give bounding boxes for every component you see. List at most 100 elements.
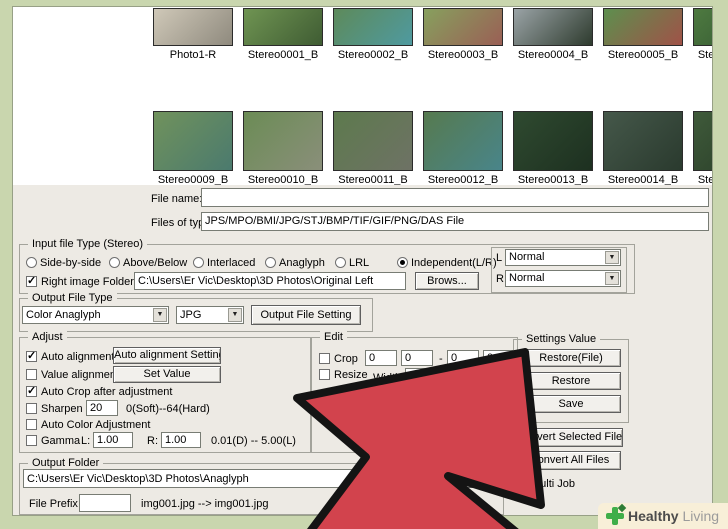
auto-alignment-setting-button[interactable]: Auto alignment Setting <box>113 347 221 364</box>
files-of-type-select[interactable]: JPS/MPO/BMI/JPG/STJ/BMP/TIF/GIF/PNG/DAS … <box>201 212 709 231</box>
thumbnail-image[interactable] <box>423 8 503 46</box>
radio-interlaced[interactable] <box>193 257 204 268</box>
thumbnail-image[interactable] <box>513 111 593 171</box>
thumbnail-image[interactable] <box>333 111 413 171</box>
chevron-down-icon[interactable]: ▼ <box>605 251 619 264</box>
output-file-setting-button[interactable]: Output File Setting <box>251 305 361 325</box>
thumbnail-image[interactable] <box>243 111 323 171</box>
thumbnail[interactable]: Stereo0003_B <box>423 8 503 61</box>
chevron-down-icon[interactable]: ▼ <box>228 308 242 322</box>
convert-selected-files-button[interactable]: Convert Selected Files <box>516 428 623 447</box>
set-value-button[interactable]: Set Value <box>113 366 221 383</box>
crop-x2-input[interactable] <box>447 350 479 366</box>
thumbnail-image[interactable] <box>693 111 712 171</box>
thumbnail[interactable]: Stereo0013_B <box>513 111 593 185</box>
gamma-checkbox[interactable] <box>26 435 37 446</box>
resize-height-input[interactable] <box>481 369 515 385</box>
radio-lrl[interactable] <box>335 257 346 268</box>
auto-color-label: Auto Color Adjustment <box>41 419 151 431</box>
resize-width-input[interactable] <box>405 368 439 384</box>
output-extension-select[interactable]: JPG ▼ <box>176 306 244 324</box>
right-image-select[interactable]: Normal ▼ <box>505 270 621 287</box>
healthy-living-watermark: Healthy Living <box>598 503 728 529</box>
gamma-r-label: R: <box>147 435 158 447</box>
right-select-label: R <box>496 273 504 285</box>
gamma-l-input[interactable] <box>93 432 133 448</box>
browse-right-folder-button[interactable]: Brows... <box>415 272 479 290</box>
restore-button[interactable]: Restore <box>521 372 621 390</box>
gamma-r-input[interactable] <box>161 432 201 448</box>
thumbnail-image[interactable] <box>243 8 323 46</box>
radio-label: Side-by-side <box>40 257 102 269</box>
auto-crop-checkbox[interactable] <box>26 384 37 397</box>
thumbnail[interactable]: Stereo0006_B <box>693 8 712 61</box>
thumbnail[interactable]: Stereo0010_B <box>243 111 323 185</box>
browse-output-folder-button[interactable]: Brows... <box>439 469 501 488</box>
radio-anaglyph[interactable] <box>265 257 276 268</box>
crop-y1-input[interactable] <box>401 350 433 366</box>
thumbnail[interactable]: Stereo0001_B <box>243 8 323 61</box>
right-image-folder-checkbox[interactable] <box>26 274 37 287</box>
thumbnail[interactable]: Photo1-R <box>153 8 233 61</box>
thumbnail[interactable]: Stereo0011_B <box>333 111 413 185</box>
crop-checkbox[interactable] <box>319 353 330 364</box>
left-image-select[interactable]: Normal ▼ <box>505 249 621 266</box>
sharpen-checkbox[interactable] <box>26 403 37 414</box>
output-extension-value: JPG <box>180 309 202 321</box>
right-select-value: Normal <box>509 272 545 284</box>
radio-side-by-side[interactable] <box>26 257 37 268</box>
sharpen-input[interactable] <box>86 400 118 416</box>
file-name-input[interactable] <box>201 188 709 207</box>
thumbnail-label: Stereo0011_B <box>338 174 408 185</box>
thumbnail-image[interactable] <box>693 8 712 46</box>
value-alignment-label: Value alignment <box>41 369 120 381</box>
thumbnail[interactable]: Stereo0009_B <box>153 111 233 185</box>
chevron-down-icon[interactable]: ▼ <box>605 272 619 285</box>
resize-checkbox[interactable] <box>319 369 330 380</box>
radio-label: Independent(L/R) <box>411 257 497 269</box>
group-title: Output Folder <box>28 457 104 469</box>
thumbnail[interactable]: Stereo0005_B <box>603 8 683 61</box>
crop-y2-input[interactable] <box>483 350 515 366</box>
thumbnail-image[interactable] <box>153 8 233 46</box>
auto-color-checkbox[interactable] <box>26 419 37 430</box>
thumbnail-image[interactable] <box>513 8 593 46</box>
thumbnail-image[interactable] <box>423 111 503 171</box>
right-image-folder-input[interactable] <box>134 272 406 290</box>
thumbnail[interactable]: Stereo0002_B <box>333 8 413 61</box>
left-select-value: Normal <box>509 251 545 263</box>
radio-label: Interlaced <box>207 257 256 269</box>
file-prefix-input[interactable] <box>79 494 131 512</box>
value-alignment-checkbox[interactable] <box>26 369 37 380</box>
restore-file-button[interactable]: Restore(File) <box>521 349 621 367</box>
radio-independent-l-r-[interactable] <box>397 257 408 268</box>
thumbnail-label: Stereo0015_B <box>697 174 713 185</box>
thumbnail-label: Photo1-R <box>169 49 217 61</box>
thumbnail-image[interactable] <box>603 8 683 46</box>
thumbnail-image[interactable] <box>153 111 233 171</box>
thumbnail[interactable]: Stereo0004_B <box>513 8 593 61</box>
output-format-select[interactable]: Color Anaglyph ▼ <box>22 306 169 324</box>
output-folder-input[interactable] <box>23 469 435 488</box>
thumbnail-label: Stereo0014_B <box>607 174 679 185</box>
thumbnail-image[interactable] <box>603 111 683 171</box>
thumbnail[interactable]: Stereo0012_B <box>423 111 503 185</box>
gamma-label: Gamma <box>41 435 81 447</box>
crop-x1-input[interactable] <box>365 350 397 366</box>
file-prefix-example: img001.jpg --> img001.jpg <box>141 498 269 510</box>
auto-alignment-label: Auto alignment <box>41 351 115 363</box>
save-button[interactable]: Save <box>521 395 621 413</box>
thumbnail[interactable]: Stereo0014_B <box>603 111 683 185</box>
thumbnail-label: Stereo0010_B <box>247 174 319 185</box>
output-format-value: Color Anaglyph <box>26 309 101 321</box>
multi-job-checkbox[interactable] <box>514 478 525 489</box>
auto-alignment-checkbox[interactable] <box>26 349 37 362</box>
convert-all-files-button[interactable]: Convert All Files <box>518 451 621 470</box>
thumbnail[interactable]: Stereo0015_B <box>693 111 713 185</box>
thumbnail-image[interactable] <box>333 8 413 46</box>
radio-label: Anaglyph <box>279 257 325 269</box>
chevron-down-icon[interactable]: ▼ <box>153 308 167 322</box>
radio-above-below[interactable] <box>109 257 120 268</box>
file-prefix-label: File Prefix : <box>29 498 85 510</box>
thumbnail-label: Stereo0004_B <box>517 49 589 61</box>
